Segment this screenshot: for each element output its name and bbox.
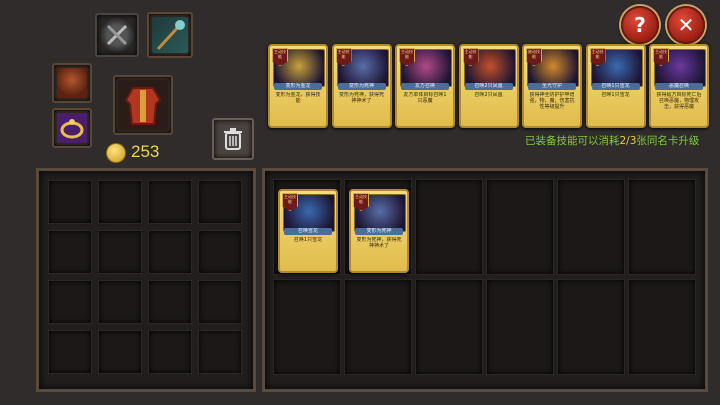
equipped-skill-card[interactable]: 被动技能 圣光守护 获得神圣防护护甲增强，物，魔，伤害抗性等级提升 xyxy=(522,44,582,128)
skill-title: 圣光守护 xyxy=(528,83,576,90)
equipped-skill-card[interactable]: 主动技能 变形为金龙 变形为金龙，获得技能 xyxy=(268,44,328,128)
storage-slot[interactable] xyxy=(148,180,192,224)
helmet-slot[interactable] xyxy=(52,63,92,103)
card-slot[interactable] xyxy=(486,279,554,375)
upgrade-hint-prefix: 已装备技能可以消耗 xyxy=(525,135,620,147)
storage-slot[interactable] xyxy=(98,280,142,324)
card-slot[interactable] xyxy=(557,279,625,375)
upgrade-hint: 已装备技能可以消耗2/3张同名卡升级 xyxy=(525,133,699,148)
equipped-skill-card[interactable]: 主动技能 恶魔召唤 获得敌方目标死亡后召唤恶魔，物理攻击，获得恶魔 xyxy=(649,44,709,128)
inventory-skill-card[interactable]: 主动技能 变形为死神 变形为死神，获得死神神术了 xyxy=(349,189,409,273)
skill-description: 召唤1只雪龙 xyxy=(601,92,630,98)
gold-ring-icon xyxy=(57,113,87,143)
trash-can-icon xyxy=(217,123,249,155)
ring-slot[interactable] xyxy=(52,108,92,148)
equipment-storage-panel xyxy=(36,168,256,392)
equipped-skill-card[interactable]: 主动技能 召唤2只凤凰 召唤2只凤凰 xyxy=(458,44,519,128)
skill-description: 变形为金龙，获得技能 xyxy=(275,92,321,104)
storage-slot[interactable] xyxy=(48,280,92,324)
inventory-skill-card[interactable]: 主动技能 召唤雪龙 召唤1只雪龙 xyxy=(278,189,338,273)
skill-title: 变形为死神 xyxy=(337,83,386,90)
help-button[interactable]: ? xyxy=(621,6,659,44)
card-slot[interactable] xyxy=(557,179,625,275)
storage-slot[interactable] xyxy=(98,180,142,224)
skill-description: 变形为死神，获得死神神术了 xyxy=(356,237,402,249)
storage-slot[interactable] xyxy=(48,330,92,374)
equipped-skill-card[interactable]: 主动技能 召唤1只雪龙 召唤1只雪龙 xyxy=(585,44,646,128)
card-slot[interactable] xyxy=(415,179,483,275)
storage-slot[interactable] xyxy=(148,330,192,374)
skill-description: 召唤2只凤凰 xyxy=(474,92,503,98)
skill-title: 变形为死神 xyxy=(355,228,403,235)
upgrade-hint-count: 2/3 xyxy=(619,135,637,147)
storage-slot[interactable] xyxy=(98,330,142,374)
storage-slot[interactable] xyxy=(48,180,92,224)
storage-slot[interactable] xyxy=(48,230,92,274)
close-button[interactable]: ✕ xyxy=(667,6,705,44)
card-slot[interactable] xyxy=(344,279,412,375)
card-slot[interactable] xyxy=(415,279,483,375)
card-slot[interactable] xyxy=(486,179,554,275)
storage-slot[interactable] xyxy=(198,230,242,274)
skill-title: 恶魔召唤 xyxy=(655,83,703,90)
storage-slot[interactable] xyxy=(148,280,192,324)
storage-slot[interactable] xyxy=(148,230,192,274)
armor-slot[interactable] xyxy=(113,75,173,135)
storage-slot[interactable] xyxy=(98,230,142,274)
weapon-slot-staff[interactable] xyxy=(147,12,193,58)
skill-description: 召唤1只雪龙 xyxy=(293,237,323,243)
skill-description: 变形为死神，获得死神神术了 xyxy=(338,92,384,104)
card-inventory-panel: 主动技能 召唤雪龙 召唤1只雪龙 主动技能 变形为死神 变形为死神，获得死神神术了 xyxy=(262,168,708,392)
card-slot[interactable] xyxy=(273,279,341,375)
gold-amount: 253 xyxy=(131,142,160,161)
skill-title: 变形为金龙 xyxy=(274,83,322,90)
storage-slot[interactable] xyxy=(198,280,242,324)
staff-icon xyxy=(152,17,188,53)
upgrade-hint-suffix: 张同名卡升级 xyxy=(636,135,700,147)
leather-helmet-icon xyxy=(57,68,87,98)
skill-title: 召唤雪龙 xyxy=(284,228,332,235)
weapon-slot-empty[interactable] xyxy=(95,13,139,57)
card-slot[interactable] xyxy=(628,179,696,275)
skill-title: 召唤2只凤凰 xyxy=(464,83,513,90)
crossed-weapons-disabled-icon xyxy=(100,18,134,52)
card-slot[interactable] xyxy=(628,279,696,375)
storage-slot[interactable] xyxy=(198,330,242,374)
equipped-skill-card[interactable]: 主动技能 变形为死神 变形为死神，获得死神神术了 xyxy=(331,44,392,128)
skill-title: 友方召唤 xyxy=(401,83,449,90)
skill-title: 召唤1只雪龙 xyxy=(591,83,640,90)
gold-coin-icon xyxy=(106,143,126,163)
skill-description: 获得神圣防护护甲增强，物，魔，伤害抗性等级提升 xyxy=(529,92,575,110)
storage-slot[interactable] xyxy=(198,180,242,224)
equipped-skill-card[interactable]: 主动技能 友方召唤 友方单体目标召唤1只恶魔 xyxy=(395,44,455,128)
skill-description: 获得敌方目标死亡后召唤恶魔，物理攻击，获得恶魔 xyxy=(656,92,702,110)
trash-button[interactable] xyxy=(212,118,254,160)
skill-description: 友方单体目标召唤1只恶魔 xyxy=(403,92,447,104)
help-icon: ? xyxy=(634,13,646,37)
red-robe-armor-icon xyxy=(118,80,168,130)
close-icon: ✕ xyxy=(677,13,695,37)
